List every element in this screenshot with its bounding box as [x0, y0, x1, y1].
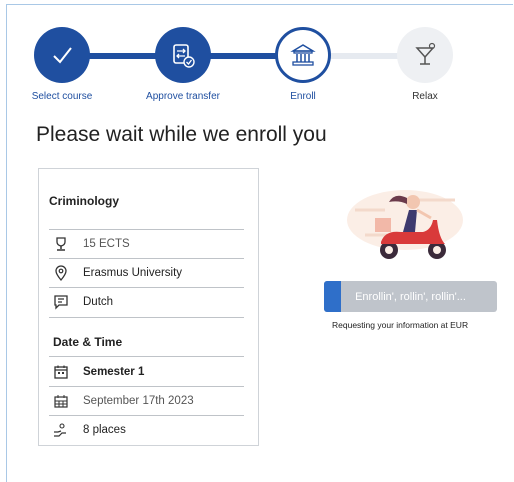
enrollment-progress-bar: Enrollin', rollin', rollin'...	[324, 281, 497, 312]
credits-row: 15 ECTS	[49, 230, 244, 258]
places-label: 8 places	[83, 424, 126, 436]
step-approve-transfer	[155, 27, 211, 83]
location-pin-icon	[51, 263, 71, 283]
semester-row: Semester 1	[49, 358, 244, 386]
cocktail-icon	[415, 42, 436, 65]
trophy-icon	[51, 234, 71, 254]
request-status: Requesting your information at EUR	[332, 320, 468, 330]
divider	[49, 356, 244, 357]
transfer-approve-icon	[173, 44, 195, 68]
course-title: Criminology	[49, 194, 120, 208]
step-label-relax: Relax	[412, 91, 438, 102]
progress-text: Enrollin', rollin', rollin'...	[355, 290, 466, 303]
calendar-date-icon	[51, 391, 71, 411]
semester-label: Semester 1	[83, 366, 145, 378]
course-details-card: Criminology 15 ECTS Erasmus University D…	[38, 168, 259, 446]
step-label-approve-transfer: Approve transfer	[146, 91, 220, 102]
language-row: Dutch	[49, 288, 244, 316]
scooter-illustration	[345, 180, 465, 270]
step-label-select-course: Select course	[31, 91, 93, 102]
page-title: Please wait while we enroll you	[36, 123, 327, 146]
datetime-title: Date & Time	[53, 335, 123, 349]
progress-stepper: Select course Approve transfer Enroll Re…	[0, 0, 514, 110]
divider	[49, 317, 244, 318]
calendar-icon	[51, 362, 71, 382]
request-org: EUR	[450, 320, 469, 330]
step-select-course	[34, 27, 90, 83]
university-label: Erasmus University	[83, 267, 183, 279]
hand-seat-icon	[51, 420, 71, 440]
step-enroll	[275, 27, 331, 83]
chat-bubble-icon	[51, 292, 71, 312]
bank-building-icon	[290, 44, 316, 66]
step-relax	[397, 27, 453, 83]
date-label: September 17th 2023	[83, 395, 194, 407]
request-text: Requesting your information at	[332, 320, 448, 330]
places-row: 8 places	[49, 416, 244, 444]
credits-label: 15 ECTS	[83, 238, 130, 250]
step-label-enroll: Enroll	[290, 91, 316, 102]
date-row: September 17th 2023	[49, 387, 244, 415]
check-icon	[53, 47, 72, 64]
university-row: Erasmus University	[49, 259, 244, 287]
language-label: Dutch	[83, 296, 114, 308]
